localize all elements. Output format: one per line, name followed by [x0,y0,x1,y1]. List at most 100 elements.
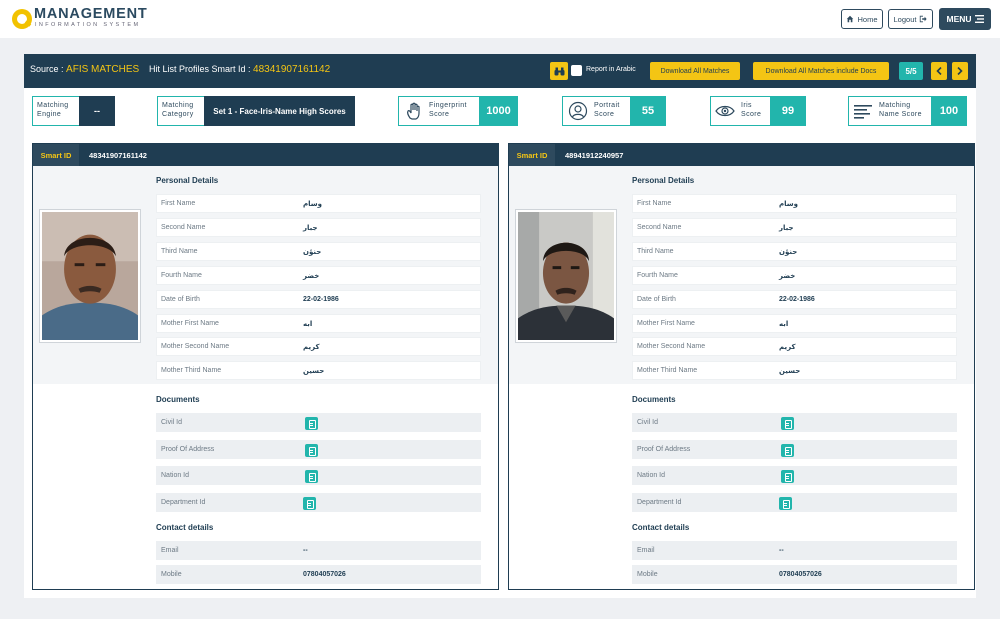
email-row: Email -- [632,541,957,560]
hand-icon [407,102,420,120]
next-button[interactable] [952,62,968,80]
download-all-button[interactable]: Download All Matches [650,62,740,80]
home-icon [847,15,854,23]
documents-title: Documents [632,395,676,404]
first-name-row: First Name وسام [156,194,481,213]
document-icon[interactable] [305,444,318,457]
civil-id-row: Civil Id [156,413,481,432]
portrait-score-box: Portrait Score 55 [562,96,666,126]
document-icon[interactable] [305,417,318,430]
document-icon[interactable] [781,417,794,430]
chevron-left-icon [936,67,942,75]
matching-engine-value: -- [79,96,115,126]
document-icon[interactable] [303,497,316,510]
matching-engine-box: Matching Engine -- [32,96,115,126]
download-all-docs-button[interactable]: Download All Matches include Docs [753,62,889,80]
second-name-row: Second Name جبار [632,218,957,237]
iris-score-box: Iris Score 99 [710,96,806,126]
binoculars-icon [554,67,564,75]
hitlist-value: 48341907161142 [253,64,331,75]
second-name-row: Second Name جبار [156,218,481,237]
contact-details-title: Contact details [632,523,690,532]
top-header: MANAGEMENT INFORMATION SYSTEM Home Logou… [0,0,1000,38]
menu-button[interactable]: MENU [939,8,991,30]
contact-details-title: Contact details [156,523,214,532]
portrait-icon [568,101,588,121]
fourth-name-row: Fourth Name خضر [156,266,481,285]
mobile-row: Mobile 07804057026 [156,565,481,584]
report-arabic-label: Report in Arabic [586,66,636,73]
logo-title: MANAGEMENT [34,6,148,22]
logo-subtitle: INFORMATION SYSTEM [35,22,141,28]
report-arabic-checkbox[interactable] [571,65,582,76]
dob-row: Date of Birth 22-02-1986 [156,290,481,309]
name-score-label: Matching Name Score [879,102,922,118]
logout-label: Logout [893,14,917,24]
source-text: Source : AFIS MATCHES [30,64,139,75]
profile-card-right: Smart ID 48941912240957 Personal Details… [508,143,975,590]
eye-icon [715,105,735,117]
matching-category-box: Matching Category Set 1 - Face-Iris-Name … [157,96,355,126]
profile-photo [39,209,141,343]
smart-id-value: 48341907161142 [89,151,147,160]
mother-first-name-row: Mother First Name ابه [632,314,957,333]
iris-score-label: Iris Score [741,102,762,118]
binoculars-button[interactable] [550,62,568,80]
matching-category-label: Matching Category [162,102,194,118]
profile-photo [515,209,617,343]
department-id-row: Department Id [632,493,957,512]
home-label: Home [857,14,878,24]
profile-card-header: Smart ID 48341907161142 [33,144,498,166]
main-content: Source : AFIS MATCHES Hit List Profiles … [24,54,976,598]
home-button[interactable]: Home [841,9,883,29]
fingerprint-score-box: Fingerprint Score 1000 [398,96,518,126]
document-icon[interactable] [305,470,318,483]
fingerprint-score-value: 1000 [479,96,518,126]
portrait-score-value: 55 [630,96,666,126]
matching-engine-label: Matching Engine [37,102,69,118]
hitlist-label: Hit List Profiles Smart Id : [149,64,251,74]
matching-category-value: Set 1 - Face-Iris-Name High Scores [204,96,355,126]
document-icon[interactable] [779,497,792,510]
document-icon[interactable] [781,470,794,483]
mother-second-name-row: Mother Second Name كريم [632,337,957,356]
name-score-box: Matching Name Score 100 [848,96,967,126]
source-label: Source : [30,64,64,74]
mother-third-name-row: Mother Third Name حسين [156,361,481,380]
fingerprint-score-label: Fingerprint Score [429,102,467,118]
fourth-name-row: Fourth Name خضر [632,266,957,285]
menu-label: MENU [946,14,972,24]
smart-id-tag: Smart ID [33,144,79,166]
department-id-row: Department Id [156,493,481,512]
iris-score-value: 99 [770,96,806,126]
source-value: AFIS MATCHES [66,64,140,75]
smart-id-tag: Smart ID [509,144,555,166]
mobile-row: Mobile 07804057026 [632,565,957,584]
text-lines-icon [854,105,872,119]
proof-of-address-row: Proof Of Address [156,440,481,459]
document-icon[interactable] [781,444,794,457]
logout-icon [920,15,928,23]
source-bar: Source : AFIS MATCHES Hit List Profiles … [24,54,976,88]
logout-button[interactable]: Logout [888,9,933,29]
mother-third-name-row: Mother Third Name حسين [632,361,957,380]
hamburger-icon [974,15,984,23]
hitlist-text: Hit List Profiles Smart Id : 48341907161… [149,64,330,75]
dob-row: Date of Birth 22-02-1986 [632,290,957,309]
profile-card-left: Smart ID 48341907161142 Personal Details… [32,143,499,590]
name-score-value: 100 [931,96,967,126]
nation-id-row: Nation Id [156,466,481,485]
third-name-row: Third Name حنؤن [632,242,957,261]
app-logo[interactable]: MANAGEMENT INFORMATION SYSTEM [12,7,148,29]
mother-first-name-row: Mother First Name ابه [156,314,481,333]
proof-of-address-row: Proof Of Address [632,440,957,459]
portrait-score-label: Portrait Score [594,102,620,118]
personal-details-title: Personal Details [156,176,219,185]
page-indicator: 5/5 [899,62,923,80]
smart-id-value: 48941912240957 [565,151,624,160]
chevron-right-icon [957,67,963,75]
prev-button[interactable] [931,62,947,80]
nation-id-row: Nation Id [632,466,957,485]
first-name-row: First Name وسام [632,194,957,213]
profile-card-header: Smart ID 48941912240957 [509,144,974,166]
